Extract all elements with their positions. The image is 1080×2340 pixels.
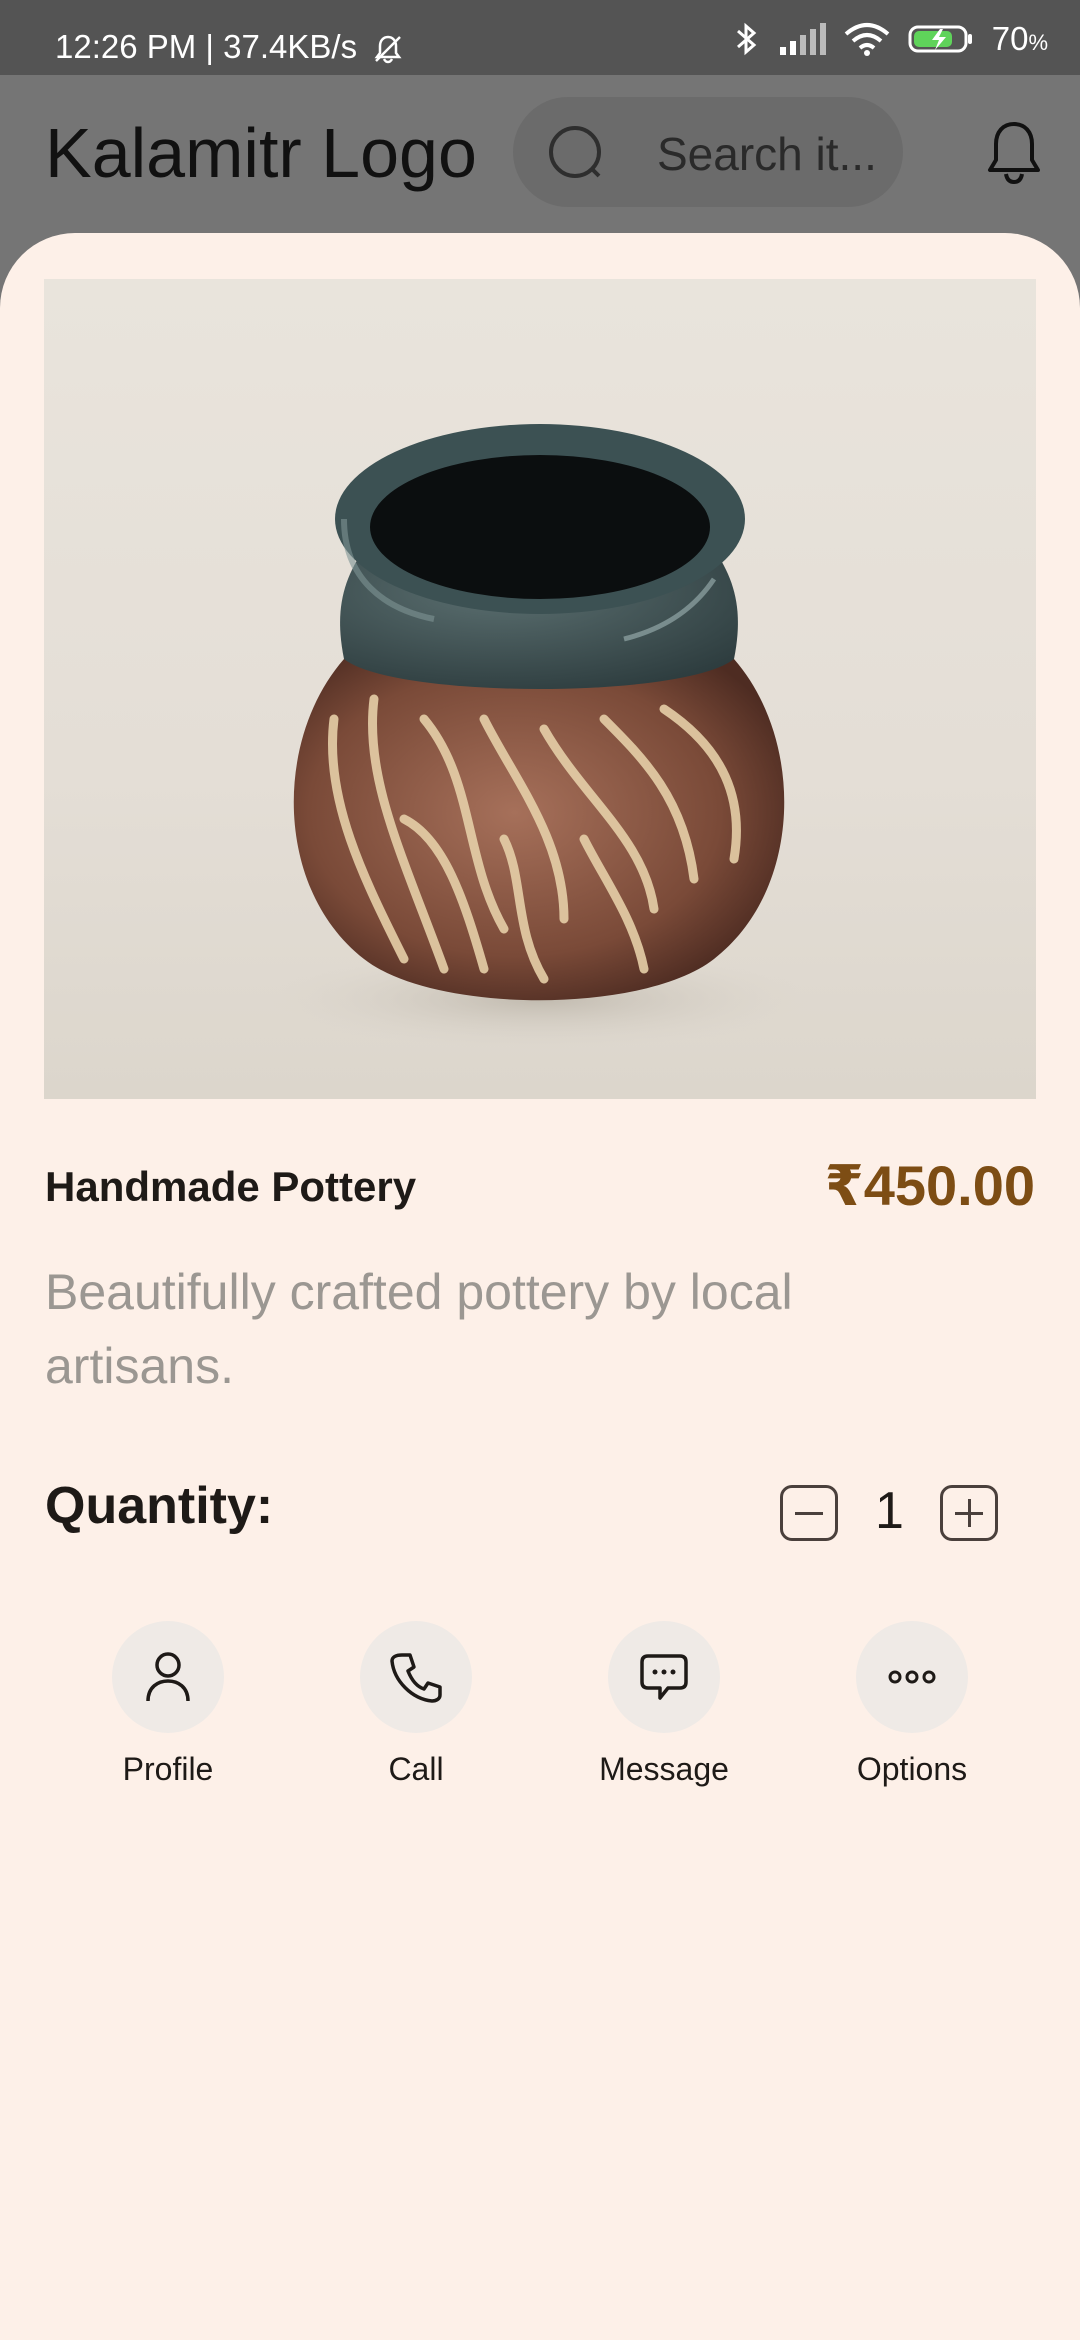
message-button[interactable]: Message — [564, 1621, 764, 1788]
profile-button[interactable]: Profile — [68, 1621, 268, 1788]
call-button[interactable]: Call — [316, 1621, 516, 1788]
options-icon-circle[interactable] — [856, 1621, 968, 1733]
profile-label: Profile — [122, 1751, 214, 1787]
call-label: Call — [388, 1751, 444, 1787]
notification-bell-icon[interactable] — [985, 120, 1043, 186]
bell-off-icon — [374, 36, 402, 64]
signal-icon — [779, 23, 826, 55]
battery-percentage: 70% — [991, 20, 1048, 57]
phone-icon — [390, 1653, 442, 1703]
product-description: Beautifully crafted pottery by local art… — [45, 1264, 793, 1394]
product-name: Handmade Pottery — [45, 1163, 417, 1210]
person-icon — [146, 1652, 190, 1702]
product-detail-card: Handmade Pottery ₹450.00 Beautifully cra… — [0, 233, 1080, 2340]
status-time-text: 12:26 PM | 37.4KB/s — [55, 28, 358, 65]
status-bar: 12:26 PM | 37.4KB/s 70% — [0, 0, 1080, 75]
product-image — [44, 279, 1036, 1099]
status-time: 12:26 PM | 37.4KB/s — [55, 28, 404, 66]
action-bar: Profile Call Message Options — [0, 1621, 1080, 1801]
battery-icon — [908, 25, 972, 53]
pottery-vase-image — [270, 424, 810, 1049]
quantity-decrease-button[interactable] — [780, 1485, 838, 1541]
options-label: Options — [856, 1751, 968, 1787]
status-icons: 70% — [734, 20, 1048, 58]
bluetooth-icon — [736, 22, 756, 56]
options-button[interactable]: Options — [812, 1621, 1012, 1788]
product-price: ₹450.00 — [824, 1154, 1035, 1217]
more-horizontal-icon — [888, 1670, 936, 1684]
quantity-value: 1 — [875, 1482, 904, 1540]
message-label: Message — [599, 1751, 729, 1787]
search-input[interactable]: Search it... — [513, 97, 903, 207]
quantity-label: Quantity: — [45, 1477, 274, 1535]
search-placeholder: Search it... — [657, 128, 877, 180]
quantity-increase-button[interactable] — [940, 1485, 998, 1541]
search-icon — [549, 126, 601, 178]
wifi-icon — [844, 23, 890, 56]
message-icon-circle[interactable] — [608, 1621, 720, 1733]
call-icon-circle[interactable] — [360, 1621, 472, 1733]
app-logo[interactable]: Kalamitr Logo — [45, 113, 477, 193]
chat-bubble-icon — [640, 1654, 688, 1700]
profile-icon-circle[interactable] — [112, 1621, 224, 1733]
